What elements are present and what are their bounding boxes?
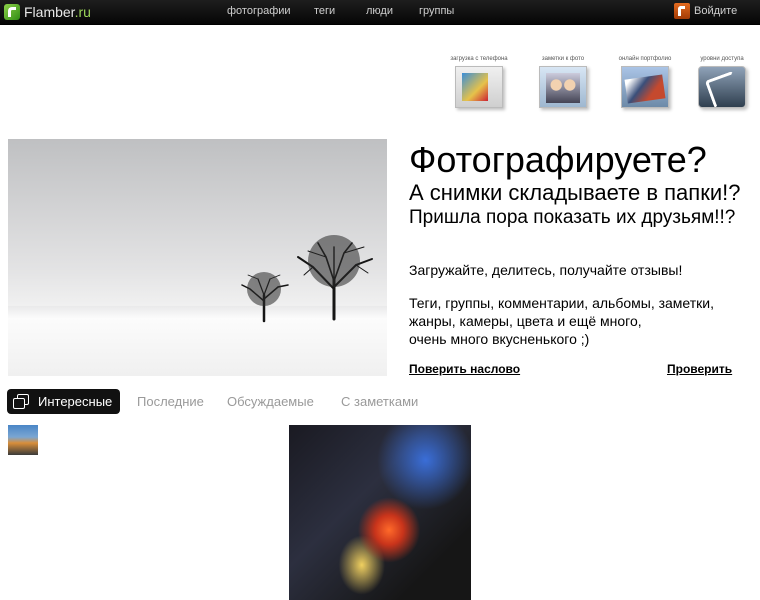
feature-label: загрузка с телефона	[450, 56, 508, 62]
nav-groups[interactable]: группы	[419, 5, 454, 17]
tab-discussed[interactable]: Обсуждаемые	[227, 389, 314, 414]
photo-notes-icon	[539, 66, 587, 108]
nav-tags[interactable]: теги	[314, 5, 335, 17]
feature-label: онлайн портфолио	[618, 56, 672, 62]
trees-illustration	[241, 235, 373, 323]
hero-features-text: Теги, группы, комментарии, альбомы, заме…	[409, 294, 754, 348]
features-line: Теги, группы, комментарии, альбомы, заме…	[409, 295, 714, 311]
access-levels-icon	[698, 66, 746, 108]
login-link[interactable]: Войдите	[674, 3, 737, 19]
featured-photo[interactable]	[289, 425, 471, 600]
phone-upload-icon	[455, 66, 503, 108]
features-line: очень много вкусненького ;)	[409, 331, 590, 347]
feature-label: заметки к фото	[541, 56, 585, 62]
nav-photos[interactable]: фотографии	[227, 5, 291, 17]
feature-photo-notes[interactable]: заметки к фото	[525, 56, 601, 108]
logo-name: Flamber	[24, 4, 75, 20]
headline-line-2: А снимки складываете в папки!?	[409, 180, 741, 205]
tab-interesting[interactable]: Интересные	[7, 389, 120, 414]
feature-label: уровни доступа	[700, 56, 744, 62]
check-link[interactable]: Проверить	[667, 362, 732, 376]
stack-icon	[13, 394, 29, 409]
flamber-logo-icon	[4, 4, 20, 20]
photo-thumbnail[interactable]	[8, 425, 38, 455]
hero-tagline: Загружайте, делитесь, получайте отзывы!	[409, 262, 683, 278]
tab-latest[interactable]: Последние	[137, 389, 204, 414]
feature-access-levels[interactable]: уровни доступа	[684, 56, 760, 108]
trust-link[interactable]: Поверить наслово	[409, 362, 520, 376]
site-logo[interactable]: Flamber.ru	[4, 3, 91, 21]
hero-headline: Фотографируете? А снимки складываете в п…	[409, 140, 754, 230]
feature-portfolio[interactable]: онлайн портфолио	[607, 56, 683, 108]
top-bar: Flamber.ru фотографии теги люди группы В…	[0, 0, 760, 25]
tab-label: Интересные	[38, 394, 113, 409]
nav-people[interactable]: люди	[366, 5, 393, 17]
login-icon	[674, 3, 690, 19]
headline-line-3: Пришла пора показать их друзьям!!?	[409, 207, 736, 228]
tab-with-notes[interactable]: С заметками	[341, 389, 418, 414]
features-line: жанры, камеры, цвета и ещё много,	[409, 313, 642, 329]
logo-tld: .ru	[74, 4, 91, 20]
portfolio-icon	[621, 66, 669, 108]
hero-photo	[8, 139, 387, 376]
headline-line-1: Фотографируете?	[409, 139, 707, 180]
login-label: Войдите	[694, 5, 738, 17]
feature-phone-upload[interactable]: загрузка с телефона	[441, 56, 517, 108]
